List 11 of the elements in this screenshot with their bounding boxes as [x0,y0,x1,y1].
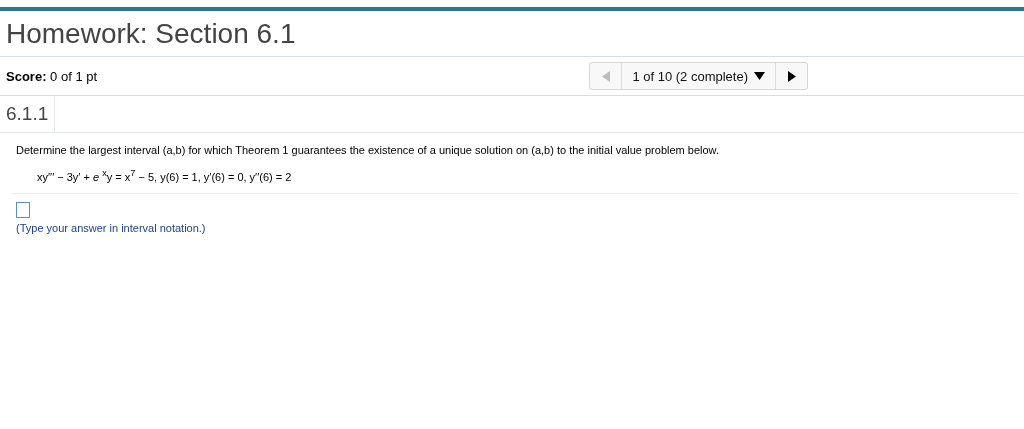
left-triangle-icon [601,70,610,82]
hint-text: (Type your answer in interval notation.) [16,221,207,234]
question-number: 6.1.1 [0,96,56,132]
score-text: Score: 0 of 1 pt [6,68,98,84]
question-text: Determine the largest interval (a,b) for which Theorem 1 guarantees the existence of a unique solution on (a,b) to the initial value problem below. [16,144,720,156]
page-title: Homework: Section 6.1 [6,17,296,50]
equation-text: xy′′′ − 3y′ + e $^{x}$y = x$^{7}$ − 5, y(6) = 1, y′(6) = 0, y′′(6) = 2 [37,168,293,183]
down-triangle-icon [754,72,765,80]
answer-field[interactable] [16,201,30,218]
right-triangle-icon [787,70,796,82]
question-dropdown[interactable]: 1 of 10 (2 complete) [622,63,775,89]
